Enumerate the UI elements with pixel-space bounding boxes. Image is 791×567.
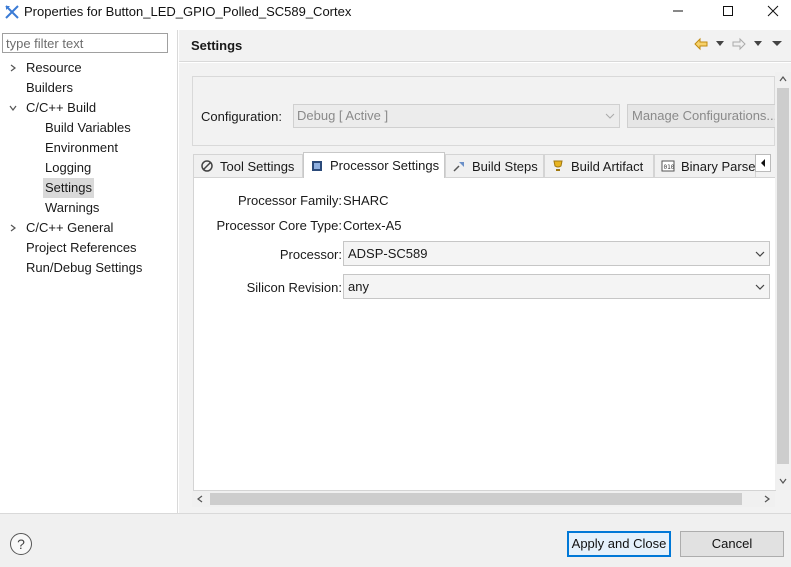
title-bar: Properties for Button_LED_GPIO_Polled_SC… bbox=[0, 0, 791, 24]
tree-label: C/C++ General bbox=[26, 220, 114, 235]
help-icon[interactable]: ? bbox=[10, 533, 32, 555]
tab-label: Binary Parsers bbox=[681, 158, 756, 174]
eclipse-app-icon bbox=[4, 4, 20, 20]
processor-select[interactable]: ADSP-SC589 bbox=[343, 241, 770, 266]
scroll-right-icon[interactable] bbox=[759, 491, 775, 507]
close-button[interactable] bbox=[751, 0, 791, 22]
scroll-down-icon[interactable] bbox=[775, 474, 791, 488]
binary-icon: 010 bbox=[661, 159, 675, 173]
forward-arrow-icon[interactable] bbox=[731, 36, 747, 52]
processor-core-type-value: Cortex-A5 bbox=[343, 218, 402, 233]
processor-family-value: SHARC bbox=[343, 193, 389, 208]
cancel-button[interactable]: Cancel bbox=[680, 531, 784, 557]
settings-tabs: Tool Settings Processor Settings Build S… bbox=[193, 152, 773, 178]
navigation-pane: Resource Builders C/C++ Build Build Vari… bbox=[0, 30, 178, 513]
vertical-scrollbar[interactable] bbox=[775, 72, 791, 490]
back-arrow-icon[interactable] bbox=[693, 36, 709, 52]
tab-binary-parsers[interactable]: 010 Binary Parsers bbox=[654, 154, 756, 177]
scroll-up-icon[interactable] bbox=[775, 72, 791, 86]
chevron-right-icon[interactable] bbox=[8, 58, 18, 78]
tree-label: C/C++ Build bbox=[26, 100, 97, 115]
window-title: Properties for Button_LED_GPIO_Polled_SC… bbox=[24, 4, 352, 19]
tree-label: Environment bbox=[45, 140, 118, 155]
maximize-button[interactable] bbox=[706, 0, 750, 22]
tab-label: Build Artifact bbox=[571, 158, 644, 174]
chevron-right-icon[interactable] bbox=[8, 218, 18, 238]
tree-label: Project References bbox=[26, 240, 137, 255]
processor-select-value: ADSP-SC589 bbox=[348, 246, 428, 261]
chevron-down-icon[interactable] bbox=[8, 98, 18, 118]
processor-family-label: Processor Family: bbox=[237, 193, 342, 208]
configuration-value: Debug [ Active ] bbox=[297, 108, 389, 123]
tab-processor-settings[interactable]: Processor Settings bbox=[303, 152, 445, 178]
forward-dropdown-icon[interactable] bbox=[750, 36, 766, 52]
settings-content: Configuration: Debug [ Active ] Manage C… bbox=[179, 63, 791, 513]
wrench-gear-icon bbox=[200, 159, 214, 173]
tree-label-selected: Settings bbox=[43, 178, 94, 198]
tab-label: Processor Settings bbox=[330, 158, 440, 173]
trophy-icon bbox=[551, 159, 565, 173]
tab-label: Tool Settings bbox=[220, 158, 295, 174]
view-menu-icon[interactable] bbox=[769, 36, 785, 52]
chevron-down-icon bbox=[755, 242, 765, 265]
dialog-button-bar: ? Apply and Close Cancel bbox=[0, 513, 791, 567]
silicon-revision-label: Silicon Revision: bbox=[246, 280, 342, 295]
minimize-button[interactable] bbox=[656, 0, 700, 22]
tab-scroll-left-button[interactable] bbox=[755, 154, 771, 172]
tab-build-steps[interactable]: Build Steps bbox=[445, 154, 544, 177]
page-title: Settings bbox=[191, 38, 243, 53]
configuration-label: Configuration: bbox=[201, 109, 282, 124]
page-header: Settings bbox=[179, 30, 791, 62]
tree-label: Build Variables bbox=[45, 120, 131, 135]
configuration-group: Configuration: Debug [ Active ] Manage C… bbox=[192, 76, 777, 146]
silicon-revision-select[interactable]: any bbox=[343, 274, 770, 299]
chevron-down-icon bbox=[605, 105, 615, 127]
tree-label: Run/Debug Settings bbox=[26, 260, 143, 275]
silicon-revision-value: any bbox=[348, 279, 369, 294]
tree-label: Logging bbox=[45, 160, 92, 175]
horizontal-scrollbar[interactable] bbox=[192, 491, 775, 507]
build-steps-icon bbox=[452, 159, 466, 173]
history-nav bbox=[693, 36, 785, 52]
chevron-down-icon bbox=[755, 275, 765, 298]
tree-label: Resource bbox=[26, 60, 82, 75]
scroll-left-icon[interactable] bbox=[192, 491, 208, 507]
tab-build-artifact[interactable]: Build Artifact bbox=[544, 154, 654, 177]
back-dropdown-icon[interactable] bbox=[712, 36, 728, 52]
processor-core-type-label: Processor Core Type: bbox=[216, 218, 342, 233]
manage-configurations-button: Manage Configurations... bbox=[627, 104, 777, 128]
configuration-select: Debug [ Active ] bbox=[293, 104, 620, 128]
filter-input[interactable] bbox=[2, 33, 168, 53]
tab-tool-settings[interactable]: Tool Settings bbox=[193, 154, 303, 177]
tree-label: Warnings bbox=[45, 200, 100, 215]
chip-icon bbox=[310, 159, 324, 173]
svg-text:010: 010 bbox=[664, 164, 675, 171]
processor-label: Processor: bbox=[279, 247, 342, 262]
processor-settings-panel: Processor Family: SHARC Processor Core T… bbox=[193, 177, 776, 491]
horizontal-scroll-thumb[interactable] bbox=[210, 493, 742, 505]
tree-label: Builders bbox=[26, 80, 73, 95]
apply-and-close-button[interactable]: Apply and Close bbox=[567, 531, 671, 557]
vertical-scroll-thumb[interactable] bbox=[777, 88, 789, 464]
tab-label: Build Steps bbox=[472, 158, 538, 174]
